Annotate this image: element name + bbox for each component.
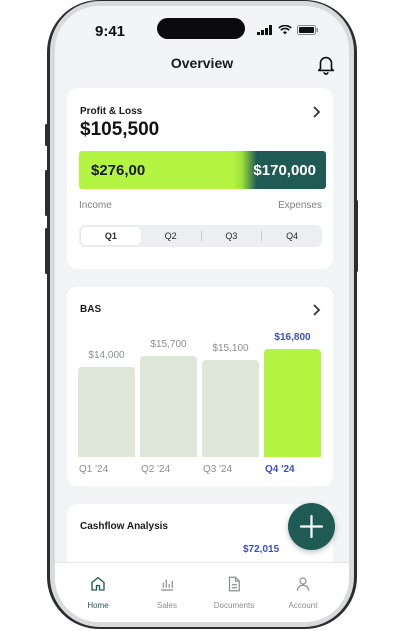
tab-sales-label: Sales: [156, 601, 177, 610]
bas-bar-chart: $14,000 Q1 '24 $15,700 Q2 '24 $15,100 Q3 '24 $…: [67, 287, 333, 486]
cashflow-title: Cashflow Analysis: [80, 521, 168, 532]
chevron-right-icon[interactable]: [311, 105, 321, 119]
volume-down-button: [45, 228, 48, 274]
bar-chart-icon: [161, 579, 173, 591]
home-icon: [91, 576, 105, 591]
cashflow-value: $72,015: [243, 544, 280, 555]
profit-loss-title: Profit & Loss: [80, 106, 143, 117]
bas-bar-q4-24[interactable]: [264, 349, 321, 457]
add-button[interactable]: [288, 503, 335, 550]
bas-bar-q3-24[interactable]: [202, 360, 259, 457]
battery-icon: [297, 25, 318, 35]
tab-sales[interactable]: Sales: [137, 575, 197, 610]
tab-documents[interactable]: Documents: [204, 575, 264, 610]
tab-home[interactable]: Home: [68, 575, 128, 610]
income-label: Income: [79, 200, 112, 211]
volume-up-button: [45, 170, 48, 216]
tab-account-label: Account: [288, 601, 318, 610]
status-time: 9:41: [95, 23, 126, 40]
silent-switch: [45, 124, 48, 146]
dynamic-island: [157, 18, 245, 39]
plus-icon: [299, 514, 324, 539]
tab-account[interactable]: Account: [273, 575, 333, 610]
bas-bar-value-label: $16,800: [274, 332, 311, 343]
tab-q2[interactable]: Q2: [141, 227, 201, 245]
bas-bar-value-label: $15,700: [150, 339, 187, 350]
tab-q3[interactable]: Q3: [202, 227, 262, 245]
bas-category-label: Q3 '24: [203, 464, 233, 475]
bas-bar-value-label: $15,100: [212, 343, 249, 354]
user-icon: [296, 577, 310, 591]
bas-category-label: Q1 '24: [79, 464, 109, 475]
bottom-tab-bar: Home Sales Documents Account: [55, 562, 349, 622]
document-icon: [228, 576, 240, 592]
bas-category-label: Q2 '24: [141, 464, 171, 475]
bas-bar-value-label: $14,000: [88, 350, 125, 361]
page-title: Overview: [170, 55, 234, 71]
bas-card[interactable]: BAS $14,000 Q1 '24 $15,700 Q2 '24 $15,100 Q3 …: [67, 287, 333, 486]
expenses-value: $170,000: [253, 162, 316, 179]
expenses-label: Expenses: [278, 200, 322, 211]
tab-home-label: Home: [87, 601, 109, 610]
app-screen: 9:41 Overview Profit & Loss $105,500 $27…: [55, 6, 349, 622]
bas-bar-q1-24[interactable]: [78, 367, 135, 457]
profit-loss-amount: $105,500: [80, 119, 160, 140]
signal-icon: [257, 25, 272, 35]
tab-q4[interactable]: Q4: [262, 227, 322, 245]
bas-bar-q2-24[interactable]: [140, 356, 197, 457]
wifi-icon: [278, 25, 292, 35]
income-value: $276,00: [91, 162, 146, 179]
tab-documents-label: Documents: [213, 601, 255, 610]
power-button: [355, 200, 358, 272]
income-expenses-bar: $276,00 $170,000: [79, 151, 326, 189]
bas-category-label: Q4 '24: [265, 464, 295, 475]
quarter-segmented-control: Q1 Q2 Q3 Q4: [79, 225, 322, 247]
bell-icon[interactable]: [315, 53, 337, 75]
profit-loss-card[interactable]: Profit & Loss $105,500 $276,00 $170,000 …: [67, 88, 333, 269]
status-icons: [257, 25, 319, 35]
tab-q1[interactable]: Q1: [81, 227, 141, 245]
